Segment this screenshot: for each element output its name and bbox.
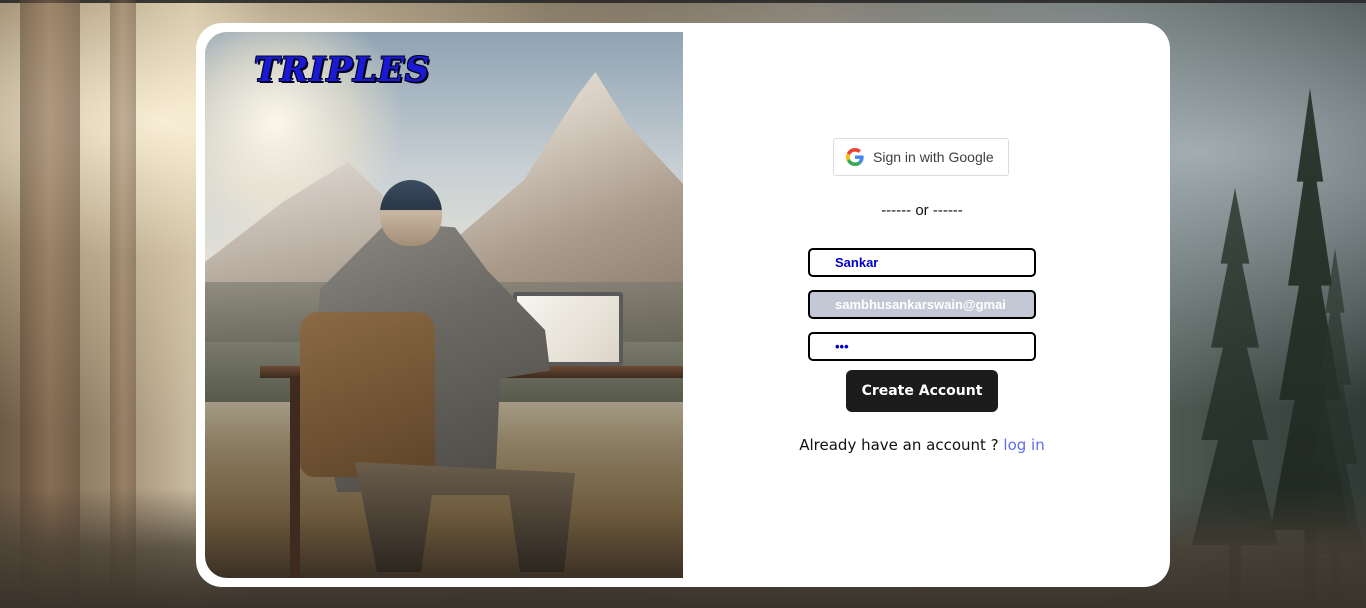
google-signin-label: Sign in with Google	[873, 149, 994, 165]
login-link[interactable]: log in	[1003, 436, 1044, 454]
login-prompt: Already have an account ? log in	[780, 436, 1064, 454]
email-field[interactable]	[808, 290, 1036, 319]
create-account-button[interactable]: Create Account	[846, 370, 998, 412]
brand-logo: TRIPLES	[254, 50, 431, 90]
person-head	[380, 180, 442, 246]
google-signin-button[interactable]: Sign in with Google	[833, 138, 1009, 176]
person-legs	[355, 462, 575, 572]
backpack	[300, 312, 435, 477]
login-prompt-text: Already have an account ?	[799, 436, 999, 454]
or-divider: ------ or ------	[881, 202, 963, 219]
username-field[interactable]	[808, 248, 1036, 277]
google-g-icon	[846, 148, 864, 166]
hero-illustration	[205, 32, 683, 578]
password-field[interactable]	[808, 332, 1036, 361]
